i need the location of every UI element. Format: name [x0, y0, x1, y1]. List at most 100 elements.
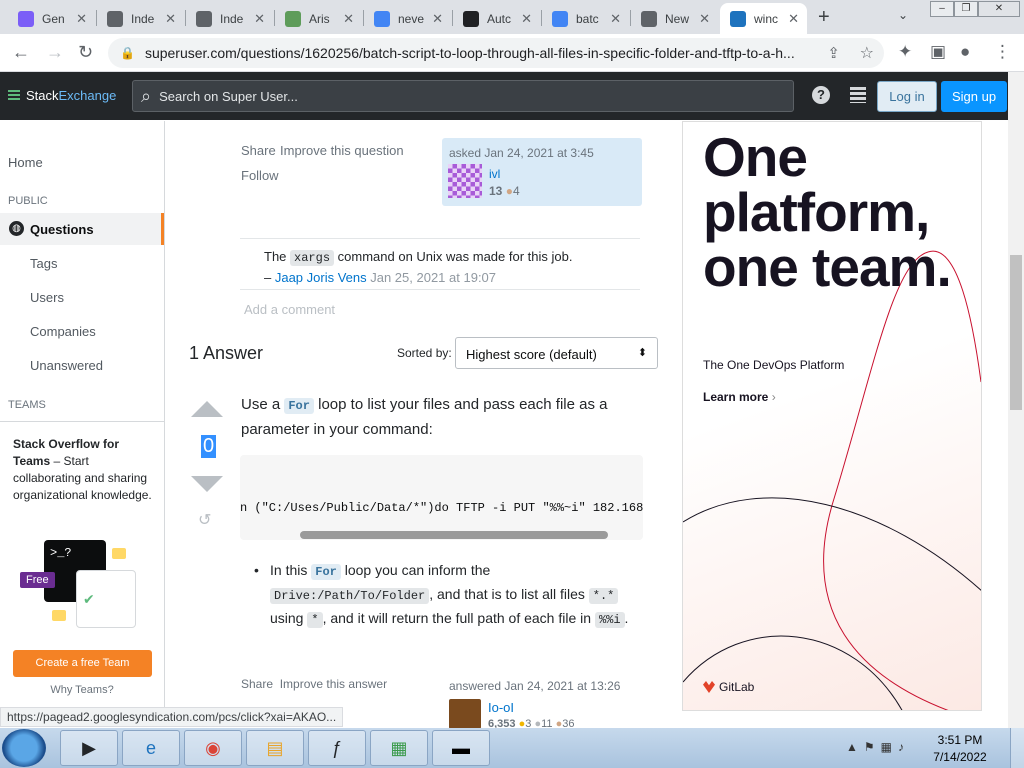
question-improve-link[interactable]: Improve this question	[280, 143, 404, 158]
teams-promo: Stack Overflow for Teams – Start collabo…	[0, 421, 164, 721]
tab-close-icon[interactable]: ✕	[432, 11, 443, 27]
browser-tab[interactable]: Autc ✕	[453, 3, 540, 34]
nav-questions[interactable]: ◍ Questions	[0, 213, 164, 245]
command-prompt-icon[interactable]: ▬	[432, 730, 490, 766]
profile-icon[interactable]: ●	[960, 42, 970, 62]
history-icon[interactable]: ↺	[198, 510, 211, 530]
ad-learn-more[interactable]: Learn more ›	[703, 390, 776, 404]
tab-close-icon[interactable]: ✕	[165, 11, 176, 27]
bullet-code-path: Drive:/Path/To/Folder	[270, 588, 430, 604]
nav-companies[interactable]: Companies	[30, 324, 96, 339]
nav-users[interactable]: Users	[30, 290, 64, 305]
tab-close-icon[interactable]: ✕	[76, 11, 87, 27]
search-input[interactable]	[159, 88, 760, 104]
bullet-code-star: *	[307, 612, 323, 628]
create-team-button[interactable]: Create a free Team	[13, 650, 152, 677]
tab-separator	[452, 10, 453, 26]
avatar[interactable]	[449, 699, 481, 729]
tab-separator	[363, 10, 364, 26]
tab-close-icon[interactable]: ✕	[343, 11, 354, 27]
back-icon[interactable]: ←	[12, 42, 30, 63]
system-tray[interactable]: ▲⚑▦♪	[846, 740, 910, 754]
show-desktop-button[interactable]	[1010, 728, 1024, 768]
answer-improve-link[interactable]: Improve this answer	[280, 677, 387, 691]
browser-tab[interactable]: Inde ✕	[97, 3, 184, 34]
share-icon[interactable]: ⇪	[827, 44, 840, 62]
minimize-button[interactable]: –	[930, 1, 954, 17]
windows-taskbar: ▶ e ◉ ▤ ƒ ▦ ▬ ▲⚑▦♪ 3:51 PM 7/14/2022	[0, 728, 1024, 768]
nav-unanswered[interactable]: Unanswered	[30, 358, 103, 373]
file-explorer-icon[interactable]: ▤	[246, 730, 304, 766]
bronze-count: 4	[512, 184, 520, 198]
site-switcher-icon[interactable]	[850, 87, 866, 103]
forward-icon[interactable]: →	[46, 42, 64, 63]
add-comment-link[interactable]: Add a comment	[244, 302, 335, 317]
terminal-prompt: >_?	[50, 546, 72, 560]
tab-title: neve	[398, 11, 424, 26]
free-badge: Free	[20, 572, 55, 588]
bookmark-star-icon[interactable]: ☆	[860, 43, 874, 63]
flash-icon[interactable]: ƒ	[308, 730, 366, 766]
nav-public-heading: PUBLIC	[8, 195, 48, 207]
start-button[interactable]	[2, 729, 46, 767]
browser-tab[interactable]: Aris ✕	[275, 3, 362, 34]
tab-close-icon[interactable]: ✕	[521, 11, 532, 27]
downvote-icon[interactable]	[191, 476, 223, 492]
question-author[interactable]: ivl	[489, 167, 500, 181]
maximize-button[interactable]: ❐	[954, 1, 978, 17]
browser-tab[interactable]: winc ✕	[720, 3, 807, 34]
answered-date: answered Jan 24, 2021 at 13:26	[449, 679, 621, 693]
page-scrollbar[interactable]	[1008, 72, 1024, 728]
address-url[interactable]: superuser.com/questions/1620256/batch-sc…	[145, 45, 825, 61]
sort-select[interactable]: Highest score (default) ⬍	[455, 337, 658, 369]
internet-explorer-icon[interactable]: e	[122, 730, 180, 766]
question-share-link[interactable]: Share	[241, 143, 276, 158]
tab-close-icon[interactable]: ✕	[788, 11, 799, 27]
signup-button[interactable]: Sign up	[941, 81, 1007, 112]
browser-tab[interactable]: batc ✕	[542, 3, 629, 34]
comment-author[interactable]: Jaap Joris Vens	[275, 270, 367, 285]
nav-tags[interactable]: Tags	[30, 256, 57, 271]
site-search[interactable]: ⌕	[132, 80, 794, 112]
nav-home[interactable]: Home	[8, 155, 43, 170]
reload-icon[interactable]: ↻	[78, 42, 93, 63]
media-player-icon[interactable]: ▶	[60, 730, 118, 766]
code-scrollbar[interactable]	[300, 531, 608, 539]
chat-bubble-icon	[112, 548, 126, 559]
checklist-icon: ✔	[76, 570, 136, 628]
question-follow-link[interactable]: Follow	[241, 168, 279, 183]
leaf-icon	[285, 10, 301, 27]
stackexchange-logo[interactable]: Stack Exchange	[8, 88, 116, 103]
gitlab-wordmark: GitLab	[719, 680, 755, 694]
login-button[interactable]: Log in	[877, 81, 937, 112]
address-bar[interactable]: 🔒 superuser.com/questions/1620256/batch-…	[108, 38, 884, 68]
tab-close-icon[interactable]: ✕	[254, 11, 265, 27]
chrome-icon[interactable]: ◉	[184, 730, 242, 766]
why-teams-link[interactable]: Why Teams?	[0, 684, 164, 696]
menu-icon[interactable]: ⋮	[994, 42, 1011, 62]
avatar[interactable]	[448, 164, 482, 198]
tab-search-icon[interactable]: ⌄	[898, 8, 908, 22]
close-window-button[interactable]: ✕	[978, 1, 1020, 17]
code-block[interactable]: n ("C:/Uses/Public/Data/*")do TFTP -i PU…	[240, 455, 643, 540]
taskbar-clock[interactable]: 3:51 PM 7/14/2022	[930, 732, 990, 766]
tab-close-icon[interactable]: ✕	[699, 11, 710, 27]
tab-close-icon[interactable]: ✕	[610, 11, 621, 27]
gitlab-ad[interactable]: One platform, one team. The One DevOps P…	[682, 121, 982, 711]
nav-teams-heading: TEAMS	[8, 399, 46, 411]
browser-tab[interactable]: neve ✕	[364, 3, 451, 34]
side-panel-icon[interactable]: ▣	[930, 42, 946, 62]
upvote-icon[interactable]	[191, 401, 223, 417]
comment-code: xargs	[290, 250, 335, 266]
answer-author[interactable]: Io-oI	[488, 700, 514, 715]
answer-share-link[interactable]: Share	[241, 677, 273, 691]
browser-tab[interactable]: Gen ✕	[8, 3, 95, 34]
scrollbar-thumb[interactable]	[1010, 255, 1022, 410]
extensions-icon[interactable]: ✦	[898, 42, 912, 62]
browser-tab[interactable]: New ✕	[631, 3, 718, 34]
cubes-app-icon[interactable]: ▦	[370, 730, 428, 766]
browser-tab[interactable]: Inde ✕	[186, 3, 273, 34]
new-tab-button[interactable]: +	[818, 6, 830, 29]
help-icon[interactable]: ?	[812, 86, 830, 104]
chat-bubble-icon	[52, 610, 66, 621]
